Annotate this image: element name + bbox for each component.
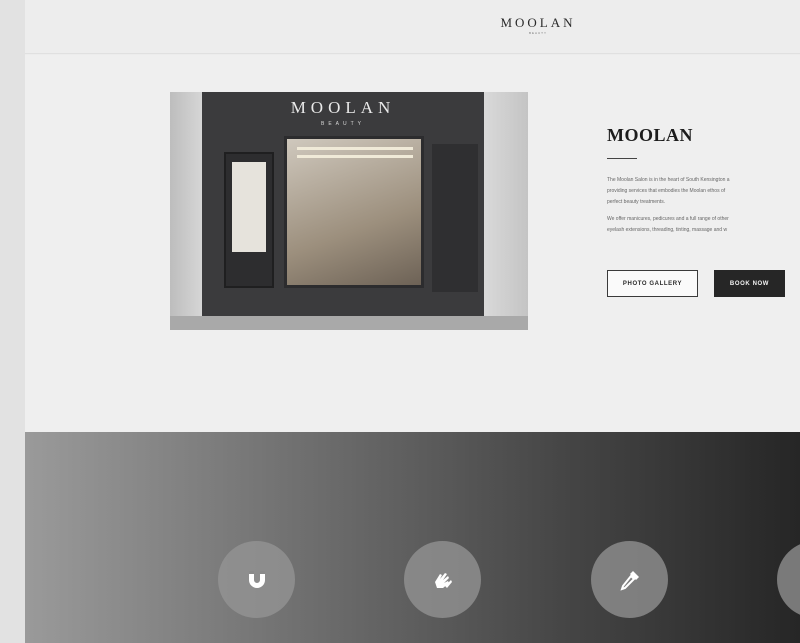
site-logo[interactable]: MOOLAN BEAUTY <box>500 15 576 36</box>
image-ground <box>170 316 528 330</box>
about-title: MOOLAN <box>607 125 693 145</box>
image-window-detail <box>297 155 413 158</box>
service-circle-partial[interactable] <box>777 541 800 618</box>
image-pillar-left <box>170 92 202 330</box>
logo-text: MOOLAN <box>500 15 576 30</box>
image-right-door <box>432 144 478 292</box>
storefront-sign: MOOLAN <box>290 98 396 117</box>
hero-section: MOOLAN BEAUTY MOOLAN The Moolan Salon is… <box>25 55 800 432</box>
paragraph-line: providing services that embodies the Moo… <box>607 188 726 194</box>
paragraph-line: perfect beauty treatments. <box>607 199 666 205</box>
storefront-image: MOOLAN BEAUTY <box>170 92 528 330</box>
about-block: MOOLAN The Moolan Salon is in the heart … <box>607 125 800 236</box>
book-now-button[interactable]: BOOK NOW <box>714 270 785 297</box>
image-window-detail <box>297 147 413 150</box>
hands-icon <box>434 572 452 588</box>
magnet-icon <box>248 570 265 588</box>
paragraph-line: eyelash extensions, threading, tinting, … <box>607 227 728 233</box>
service-circle-hands[interactable] <box>404 541 481 618</box>
service-circle-magnet[interactable] <box>218 541 295 618</box>
paragraph-line: We offer manicures, pedicures and a full… <box>607 216 729 222</box>
storefront-sign-sub: BEAUTY <box>320 121 365 127</box>
logo-subtext: BEAUTY <box>528 31 547 35</box>
dropper-icon <box>619 570 639 591</box>
about-paragraph-1: The Moolan Salon is in the heart of Sout… <box>607 175 800 208</box>
photo-gallery-button[interactable]: PHOTO GALLERY <box>607 270 698 297</box>
image-pillar-right <box>484 92 528 330</box>
paragraph-line: The Moolan Salon is in the heart of Sout… <box>607 177 730 183</box>
image-facade: MOOLAN BEAUTY <box>202 92 484 316</box>
about-paragraph-2: We offer manicures, pedicures and a full… <box>607 214 800 236</box>
image-door-glass <box>232 162 266 252</box>
site-header: MOOLAN BEAUTY <box>25 0 800 54</box>
page: MOOLAN BEAUTY MOOLAN BEAUTY MOOLAN The M… <box>25 0 800 643</box>
image-door <box>224 152 274 288</box>
service-circle-dropper[interactable] <box>591 541 668 618</box>
title-divider <box>607 158 637 159</box>
services-band <box>25 432 800 643</box>
image-window <box>284 136 424 288</box>
